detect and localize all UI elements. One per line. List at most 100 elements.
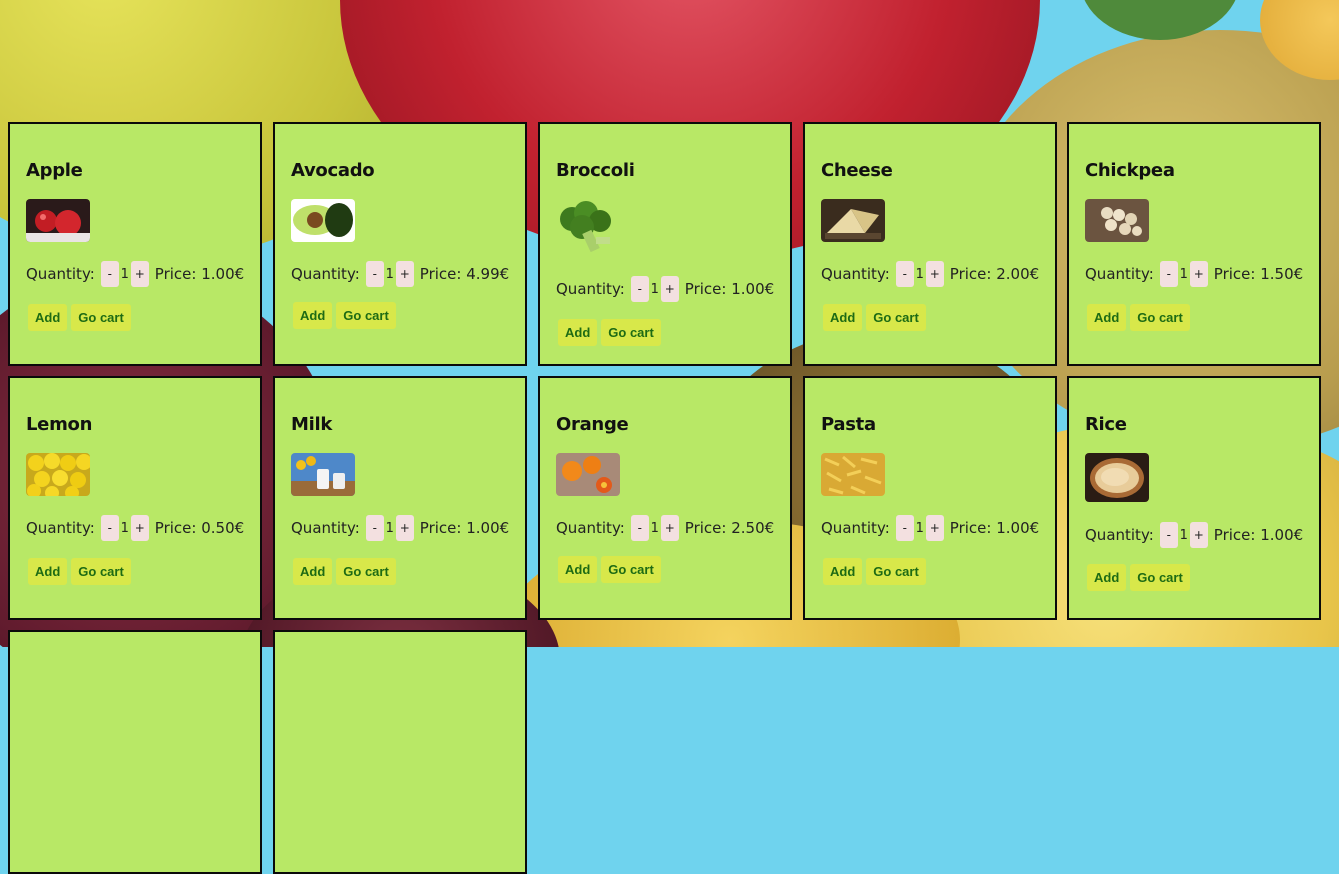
price-value: 1.50€ xyxy=(1260,265,1304,283)
product-image xyxy=(821,453,885,496)
go-cart-button[interactable]: Go cart xyxy=(71,304,131,331)
quantity-label: Quantity: xyxy=(26,519,95,537)
price-value: 1.00€ xyxy=(466,519,510,537)
go-cart-button[interactable]: Go cart xyxy=(866,558,926,585)
add-button[interactable]: Add xyxy=(1087,304,1127,331)
increase-button[interactable]: + xyxy=(395,261,414,287)
product-image xyxy=(26,453,90,496)
price-label: Price: xyxy=(419,519,462,537)
decrease-button[interactable]: - xyxy=(630,515,649,541)
increase-button[interactable]: + xyxy=(1189,261,1208,287)
product-name: Milk xyxy=(291,414,333,435)
go-cart-button[interactable]: Go cart xyxy=(336,558,396,585)
product-image xyxy=(821,199,885,242)
price-value: 1.00€ xyxy=(996,519,1040,537)
quantity-row: Quantity: - 1 + Price: 4.99€ xyxy=(291,261,509,287)
quantity-row: Quantity: - 1 + Price: 1.00€ xyxy=(1085,522,1303,548)
product-name: Cheese xyxy=(821,160,893,181)
quantity-row: Quantity: - 1 + Price: 2.50€ xyxy=(556,515,774,541)
increase-button[interactable]: + xyxy=(1189,522,1208,548)
decrease-button[interactable]: - xyxy=(1159,261,1178,287)
product-image xyxy=(1085,199,1149,242)
price-value: 0.50€ xyxy=(201,519,245,537)
decrease-button[interactable]: - xyxy=(100,515,119,541)
quantity-value: 1 xyxy=(120,520,129,536)
add-button[interactable]: Add xyxy=(1087,564,1127,591)
price-label: Price: xyxy=(154,265,197,283)
product-image xyxy=(556,199,620,259)
add-button[interactable]: Add xyxy=(558,319,598,346)
price-value: 1.00€ xyxy=(1260,526,1304,544)
decrease-button[interactable]: - xyxy=(365,515,384,541)
quantity-value: 1 xyxy=(650,281,659,297)
product-card: Cheese Quantity: - 1 + Price: 2.00€ Add … xyxy=(803,122,1057,366)
go-cart-button[interactable]: Go cart xyxy=(1130,304,1190,331)
quantity-row: Quantity: - 1 + Price: 2.00€ xyxy=(821,261,1039,287)
quantity-value: 1 xyxy=(120,266,129,282)
product-image xyxy=(556,453,620,496)
decrease-button[interactable]: - xyxy=(1159,522,1178,548)
go-cart-button[interactable]: Go cart xyxy=(71,558,131,585)
product-image xyxy=(26,199,90,242)
product-image xyxy=(291,199,355,242)
quantity-value: 1 xyxy=(915,266,924,282)
go-cart-button[interactable]: Go cart xyxy=(1130,564,1190,591)
increase-button[interactable]: + xyxy=(925,261,944,287)
price-label: Price: xyxy=(949,519,992,537)
quantity-row: Quantity: - 1 + Price: 0.50€ xyxy=(26,515,244,541)
product-card xyxy=(273,630,527,874)
decrease-button[interactable]: - xyxy=(630,276,649,302)
quantity-label: Quantity: xyxy=(291,265,360,283)
product-name: Broccoli xyxy=(556,160,635,181)
increase-button[interactable]: + xyxy=(130,515,149,541)
price-label: Price: xyxy=(154,519,197,537)
quantity-value: 1 xyxy=(650,520,659,536)
decrease-button[interactable]: - xyxy=(895,261,914,287)
product-card: Avocado Quantity: - 1 + Price: 4.99€ Add… xyxy=(273,122,527,366)
add-button[interactable]: Add xyxy=(28,304,68,331)
quantity-label: Quantity: xyxy=(821,519,890,537)
decrease-button[interactable]: - xyxy=(895,515,914,541)
price-value: 2.50€ xyxy=(731,519,775,537)
price-value: 1.00€ xyxy=(201,265,245,283)
price-value: 2.00€ xyxy=(996,265,1040,283)
add-button[interactable]: Add xyxy=(293,558,333,585)
go-cart-button[interactable]: Go cart xyxy=(601,556,661,583)
go-cart-button[interactable]: Go cart xyxy=(601,319,661,346)
product-card: Apple Quantity: - 1 + Price: 1.00€ Add G… xyxy=(8,122,262,366)
quantity-row: Quantity: - 1 + Price: 1.00€ xyxy=(556,276,774,302)
product-image xyxy=(291,453,355,496)
price-value: 4.99€ xyxy=(466,265,510,283)
increase-button[interactable]: + xyxy=(660,276,679,302)
increase-button[interactable]: + xyxy=(395,515,414,541)
add-button[interactable]: Add xyxy=(558,556,598,583)
decrease-button[interactable]: - xyxy=(365,261,384,287)
quantity-value: 1 xyxy=(1179,527,1188,543)
go-cart-button[interactable]: Go cart xyxy=(336,302,396,329)
quantity-value: 1 xyxy=(915,520,924,536)
add-button[interactable]: Add xyxy=(823,558,863,585)
product-card: Chickpea Quantity: - 1 + Price: 1.50€ Ad… xyxy=(1067,122,1321,366)
quantity-label: Quantity: xyxy=(26,265,95,283)
go-cart-button[interactable]: Go cart xyxy=(866,304,926,331)
add-button[interactable]: Add xyxy=(293,302,333,329)
product-name: Orange xyxy=(556,414,629,435)
increase-button[interactable]: + xyxy=(660,515,679,541)
quantity-value: 1 xyxy=(385,520,394,536)
quantity-row: Quantity: - 1 + Price: 1.00€ xyxy=(821,515,1039,541)
increase-button[interactable]: + xyxy=(925,515,944,541)
price-label: Price: xyxy=(684,280,727,298)
product-card xyxy=(8,630,262,874)
add-button[interactable]: Add xyxy=(823,304,863,331)
product-card: Pasta Quantity: - 1 + Price: 1.00€ Add G… xyxy=(803,376,1057,620)
price-label: Price: xyxy=(1213,526,1256,544)
quantity-label: Quantity: xyxy=(821,265,890,283)
price-label: Price: xyxy=(419,265,462,283)
quantity-label: Quantity: xyxy=(1085,526,1154,544)
price-label: Price: xyxy=(1213,265,1256,283)
add-button[interactable]: Add xyxy=(28,558,68,585)
increase-button[interactable]: + xyxy=(130,261,149,287)
product-name: Lemon xyxy=(26,414,93,435)
quantity-label: Quantity: xyxy=(1085,265,1154,283)
decrease-button[interactable]: - xyxy=(100,261,119,287)
